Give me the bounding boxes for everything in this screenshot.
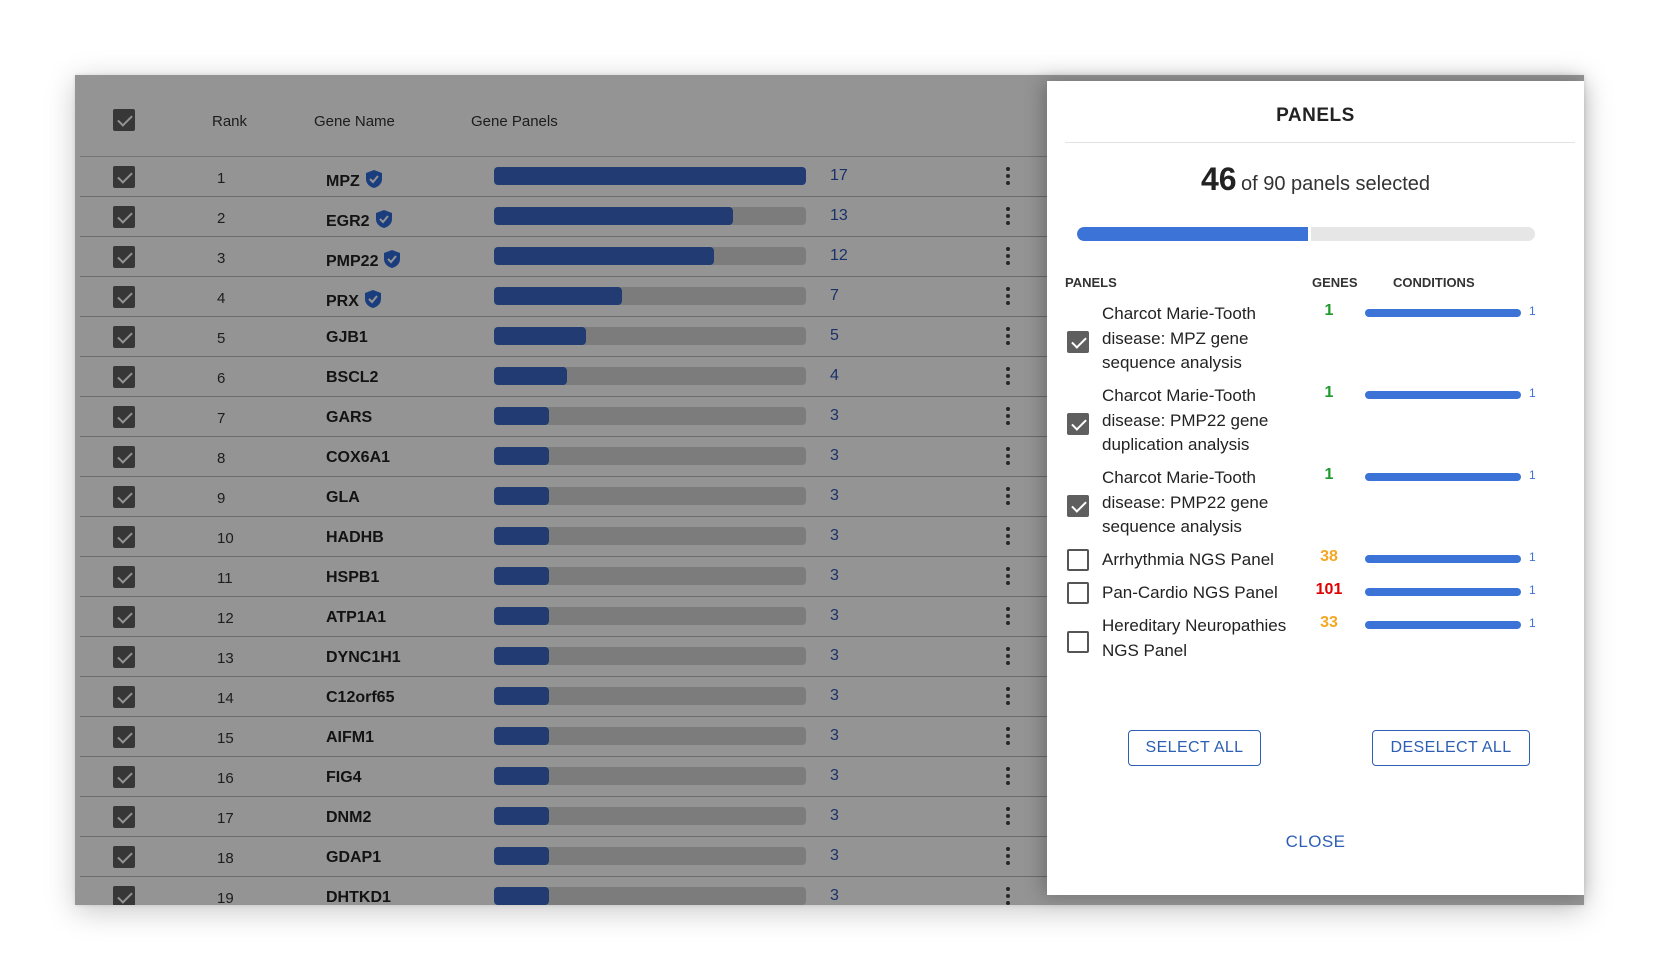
panel-row: Pan-Cardio NGS Panel 101 1 — [1047, 581, 1584, 606]
deselect-all-button[interactable]: DESELECT ALL — [1372, 730, 1530, 766]
panel-genes-count: 1 — [1324, 302, 1334, 319]
dialog-title: PANELS — [1276, 105, 1355, 126]
genes-column-header: GENES — [1312, 275, 1358, 290]
selection-progress-bar — [1077, 227, 1535, 241]
panel-checkbox[interactable] — [1067, 549, 1089, 571]
panel-conditions-count: 1 — [1529, 616, 1536, 630]
panel-checkbox[interactable] — [1067, 631, 1089, 653]
panel-row: Charcot Marie-Tooth disease: MPZ gene se… — [1047, 302, 1584, 376]
panel-row: Charcot Marie-Tooth disease: PMP22 gene … — [1047, 384, 1584, 458]
panel-name: Charcot Marie-Tooth disease: MPZ gene se… — [1102, 304, 1257, 372]
selected-suffix: of 90 panels selected — [1241, 173, 1431, 195]
panel-conditions-count: 1 — [1529, 468, 1536, 482]
panel-name: Charcot Marie-Tooth disease: PMP22 gene … — [1102, 386, 1269, 454]
panel-name: Pan-Cardio NGS Panel — [1102, 583, 1278, 602]
panel-checkbox[interactable] — [1067, 495, 1089, 517]
selection-progress-fill — [1077, 227, 1312, 241]
panels-column-header: PANELS — [1065, 275, 1117, 290]
panel-name: Arrhythmia NGS Panel — [1102, 550, 1274, 569]
panel-row: Hereditary Neuropathies NGS Panel 33 1 — [1047, 614, 1584, 663]
panel-row: Arrhythmia NGS Panel 38 1 — [1047, 548, 1584, 573]
conditions-column-header: CONDITIONS — [1393, 275, 1475, 290]
panel-checkbox[interactable] — [1067, 413, 1089, 435]
panel-conditions-count: 1 — [1529, 304, 1536, 318]
panel-conditions-bar — [1365, 621, 1521, 629]
panel-genes-count: 101 — [1315, 581, 1343, 598]
panel-row: Charcot Marie-Tooth disease: PMP22 gene … — [1047, 466, 1584, 540]
panel-name: Charcot Marie-Tooth disease: PMP22 gene … — [1102, 468, 1269, 536]
panel-conditions-bar — [1365, 309, 1521, 317]
panel-conditions-bar — [1365, 391, 1521, 399]
panel-checkbox[interactable] — [1067, 331, 1089, 353]
selection-summary: 46 of 90 panels selected — [1047, 161, 1584, 198]
panel-name: Hereditary Neuropathies NGS Panel — [1102, 616, 1287, 660]
panel-genes-count: 33 — [1320, 614, 1338, 631]
panel-genes-count: 38 — [1320, 548, 1338, 565]
panel-conditions-count: 1 — [1529, 386, 1536, 400]
panel-genes-count: 1 — [1324, 466, 1334, 483]
close-button[interactable]: CLOSE — [1047, 832, 1584, 852]
panel-checkbox[interactable] — [1067, 582, 1089, 604]
select-all-button[interactable]: SELECT ALL — [1128, 730, 1261, 766]
panel-genes-count: 1 — [1324, 384, 1334, 401]
panel-conditions-count: 1 — [1529, 583, 1536, 597]
panels-dialog: PANELS 46 of 90 panels selected PANELS G… — [1047, 81, 1584, 895]
panel-conditions-bar — [1365, 555, 1521, 563]
panel-conditions-bar — [1365, 588, 1521, 596]
title-divider — [1065, 142, 1575, 143]
selected-count: 46 — [1200, 161, 1237, 197]
panel-conditions-count: 1 — [1529, 550, 1536, 564]
panel-conditions-bar — [1365, 473, 1521, 481]
